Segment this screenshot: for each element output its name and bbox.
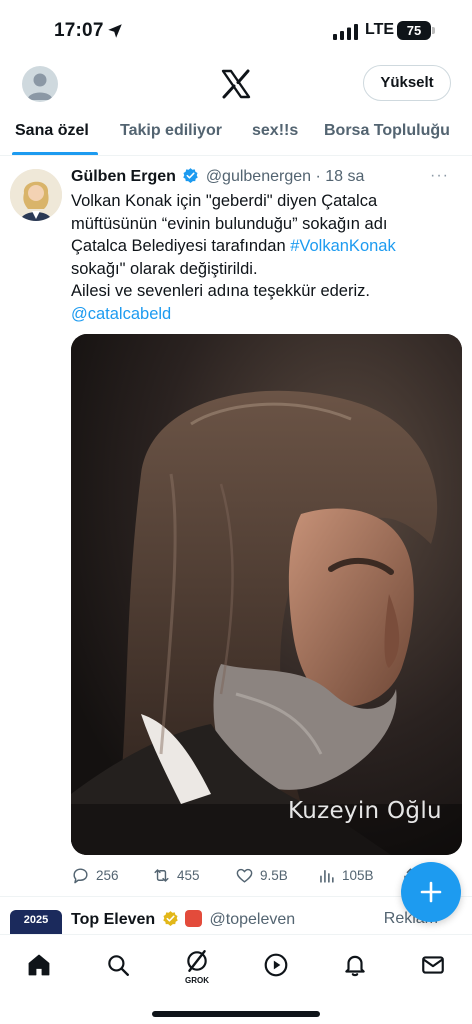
user-silhouette-icon (27, 73, 53, 100)
tweet-text-line: Çatalca Belediyesi tarafından #VolkanKon… (71, 235, 461, 258)
status-bar: 17:07 LTE 75 (0, 0, 472, 60)
tweet-header: Gülben Ergen @gulbenergen · 18 sa ··· (71, 167, 461, 189)
signal-icon (333, 24, 358, 40)
bell-icon (345, 955, 365, 977)
separator-dot: · (315, 168, 321, 185)
more-options-icon[interactable]: ··· (430, 167, 449, 185)
reply-icon (73, 867, 88, 883)
timeline-tabs: Sana özel Takip ediliyor sex!!s Borsa To… (0, 112, 472, 156)
mail-icon (422, 956, 444, 974)
status-time: 17:07 (54, 20, 104, 41)
repost-button[interactable]: 455 (152, 863, 200, 887)
views-chart-icon (320, 869, 334, 883)
like-button[interactable]: 9.5B (235, 863, 288, 887)
home-icon (28, 954, 50, 976)
plus-icon (420, 881, 442, 903)
nav-home[interactable] (19, 945, 59, 985)
tweet-text-fragment: Çatalca Belediyesi tarafından (71, 237, 291, 256)
grok-icon (187, 950, 207, 972)
author-handle[interactable]: @gulbenergen (206, 168, 311, 185)
search-icon (108, 955, 129, 976)
author-name[interactable]: Gülben Ergen (71, 168, 176, 185)
heart-icon (236, 868, 253, 883)
active-tab-indicator (12, 152, 98, 155)
next-author-handle[interactable]: @topeleven (210, 911, 296, 928)
tab-following[interactable]: Takip ediliyor (120, 122, 222, 140)
next-tweet-header: Top Eleven @topeleven (71, 910, 295, 929)
next-tweet-preview[interactable]: 2025 Top Eleven @topeleven Reklam (0, 898, 472, 934)
nav-search[interactable] (98, 945, 138, 985)
bottom-navigation: GROK (0, 934, 472, 1024)
tweet-time[interactable]: 18 sa (325, 168, 364, 185)
next-author-name[interactable]: Top Eleven (71, 911, 155, 928)
reply-button[interactable]: 256 (71, 863, 119, 887)
author-avatar[interactable] (10, 169, 62, 221)
tweet[interactable]: Gülben Ergen @gulbenergen · 18 sa ··· Vo… (0, 157, 472, 897)
author-portrait-icon (10, 169, 62, 221)
reply-count: 256 (96, 867, 119, 883)
nav-grok[interactable]: GROK (177, 945, 217, 985)
tweet-text-line: Volkan Konak için "geberdi" diyen Çatalc… (71, 192, 378, 210)
profile-avatar[interactable] (22, 66, 58, 102)
tab-for-you[interactable]: Sana özel (15, 122, 89, 140)
tweet-text: Volkan Konak için "geberdi" diyen Çatalc… (71, 190, 461, 326)
views-count: 105B (342, 867, 374, 883)
hashtag-link[interactable]: #VolkanKonak (290, 237, 396, 255)
compose-button[interactable] (401, 862, 461, 922)
location-arrow-icon (108, 24, 122, 38)
views-button[interactable]: 105B (317, 863, 374, 887)
network-type: LTE (365, 21, 395, 38)
top-header: Yükselt (0, 60, 472, 108)
tweet-text-line: Ailesi ve sevenleri adına teşekkür ederi… (71, 282, 370, 301)
x-logo-icon[interactable] (220, 68, 252, 100)
like-count: 9.5B (260, 867, 288, 883)
media-caption-text: Kuzeyin Oğlu (288, 798, 442, 824)
gold-verified-badge-icon[interactable] (162, 910, 179, 927)
next-tweet-avatar[interactable]: 2025 (10, 910, 62, 934)
mention-link[interactable]: @catalcabeld (71, 303, 461, 326)
home-indicator (152, 1011, 320, 1017)
play-icon (264, 953, 288, 977)
repost-icon (154, 868, 169, 882)
battery-tip (432, 27, 435, 34)
tab-sexlls[interactable]: sex!!s (252, 122, 298, 140)
grok-label: GROK (185, 976, 209, 985)
tweet-media-image[interactable]: Kuzeyin Oğlu (71, 334, 462, 855)
nav-notifications[interactable] (335, 945, 375, 985)
repost-count: 455 (177, 867, 200, 883)
battery-icon: 75 (397, 21, 431, 40)
nav-video[interactable] (256, 945, 296, 985)
verified-badge-icon[interactable] (182, 167, 199, 184)
portrait-photo (71, 334, 462, 855)
tweet-text-line: sokağı" olarak değiştirildi. (71, 259, 258, 278)
affiliate-badge-icon[interactable] (185, 910, 203, 927)
tweet-text-line: müftüsünün “evinin bulunduğu” sokağın ad… (71, 214, 388, 233)
nav-messages[interactable] (413, 945, 453, 985)
tab-borsa-toplulugu[interactable]: Borsa Topluluğu (324, 122, 450, 140)
upgrade-button[interactable]: Yükselt (363, 65, 451, 101)
